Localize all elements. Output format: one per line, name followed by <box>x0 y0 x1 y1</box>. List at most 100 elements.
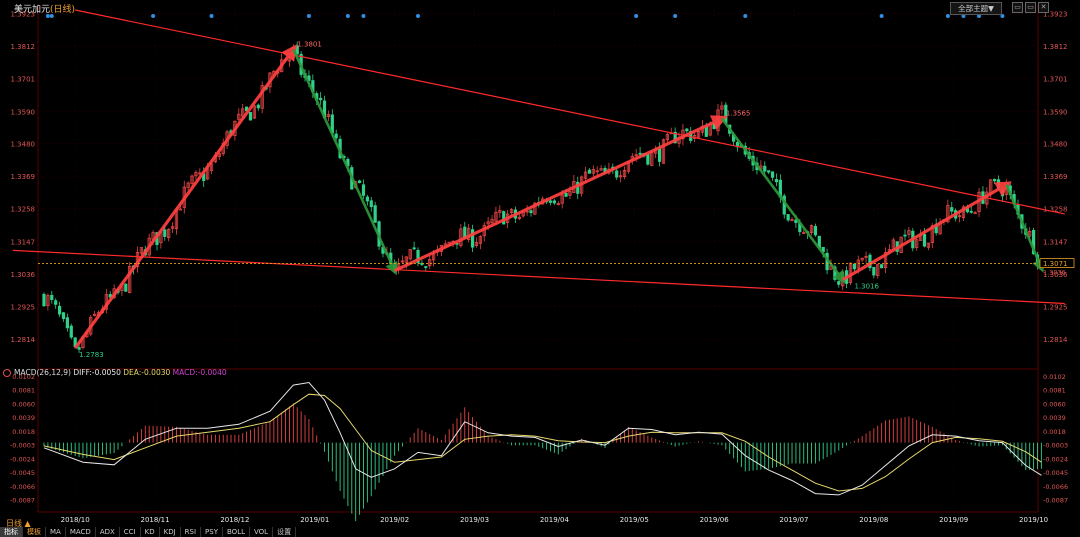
indicator-tab[interactable]: MA <box>46 527 66 537</box>
candle-body <box>1000 189 1005 197</box>
indicator-tab[interactable]: KDJ <box>160 527 181 537</box>
candle-body <box>564 192 568 197</box>
candle-body <box>424 266 428 268</box>
macd-diff-line <box>43 381 1042 496</box>
price-tick-left: 1.3480 <box>11 141 36 149</box>
candle-body <box>412 247 416 250</box>
time-tick-label: 2019/04 <box>540 516 570 524</box>
macd-tick-right: -0.0024 <box>1043 455 1068 463</box>
candle-body <box>770 171 775 178</box>
event-marker <box>879 14 884 18</box>
time-tick-label: 2019/09 <box>939 516 968 524</box>
macd-tick-right: -0.0087 <box>1043 497 1068 505</box>
indicator-tab[interactable]: RSI <box>181 527 202 537</box>
key-price-label: 1.3016 <box>854 283 879 291</box>
macd-tick-left: 0.0039 <box>12 414 35 422</box>
candle-body <box>42 293 46 307</box>
trend-arrow-up <box>393 115 728 273</box>
candle-body <box>552 200 556 204</box>
macd-tick-right: -0.0045 <box>1043 469 1068 477</box>
candle-body <box>373 205 377 223</box>
time-tick-label: 2018/10 <box>61 516 90 524</box>
indicator-tab[interactable]: KD <box>141 527 160 537</box>
price-tick-left: 1.3036 <box>11 271 36 279</box>
candle-body <box>548 200 553 203</box>
time-tick-label: 2019/03 <box>460 516 489 524</box>
current-price-text: 1.3071 <box>1043 260 1068 268</box>
candle-body <box>880 264 884 269</box>
candle-body <box>587 169 592 174</box>
indicator-settings-icon[interactable] <box>3 369 11 377</box>
key-price-label: 1.2783 <box>79 351 104 359</box>
indicator-tab[interactable]: MACD <box>66 527 96 537</box>
candle-body <box>248 112 253 121</box>
candle-body <box>646 154 650 165</box>
instrument-name: 美元加元 <box>14 5 51 15</box>
macd-tick-right: 0.0102 <box>1043 373 1066 381</box>
indicator-tab[interactable]: VOL <box>250 527 274 537</box>
candle-body <box>872 266 876 276</box>
macd-tick-right: -0.0066 <box>1043 483 1068 491</box>
maximize-icon[interactable]: ▭ <box>1025 2 1036 13</box>
indicator-tab[interactable]: BOLL <box>223 527 250 537</box>
candle-body <box>529 210 533 214</box>
price-tick-right: 1.3147 <box>1043 238 1068 246</box>
candle-body <box>334 133 338 139</box>
candle-body <box>61 312 66 319</box>
price-tick-right: 1.3701 <box>1043 76 1068 84</box>
indicator-tab[interactable]: 设置 <box>273 527 297 537</box>
candle-body <box>57 305 62 315</box>
time-tick-label: 2019/07 <box>779 516 808 524</box>
macd-tick-left: 0.0081 <box>12 387 35 395</box>
time-tick-label: 2018/11 <box>140 516 169 524</box>
indicator-tab[interactable]: 指标 <box>0 527 23 537</box>
candle-body <box>50 294 54 300</box>
macd-diff-value: DIFF:-0.0050 <box>73 368 121 377</box>
candle-body <box>903 234 907 237</box>
price-tick-left: 1.3258 <box>11 206 36 214</box>
indicator-tab[interactable]: 模板 <box>23 527 46 537</box>
macd-tick-right: 0.0018 <box>1043 428 1066 436</box>
candle-body <box>357 180 362 184</box>
indicator-tab[interactable]: PSY <box>201 527 223 537</box>
event-marker <box>743 14 748 18</box>
price-tick-left: 1.2925 <box>11 303 36 311</box>
restore-icon[interactable]: ▭ <box>1012 2 1023 13</box>
macd-hist-value: MACD:-0.0040 <box>172 368 227 377</box>
event-marker <box>306 14 311 18</box>
event-marker <box>209 14 214 18</box>
chart-canvas[interactable]: 1.3923 1.39231.3812 1.38121.3701 1.37011.35… <box>0 0 1080 537</box>
candle-body <box>774 179 779 183</box>
indicator-tab[interactable]: ADX <box>96 527 120 537</box>
price-tick-left: 1.3369 <box>11 173 36 181</box>
price-tick-right: 1.2814 <box>1043 336 1068 344</box>
time-tick-label: 2019/05 <box>620 516 649 524</box>
event-marker <box>151 14 156 18</box>
candle-body <box>786 214 790 221</box>
close-icon[interactable]: ✕ <box>1038 2 1049 13</box>
candle-body <box>922 233 927 247</box>
trend-arrow-down <box>292 48 398 276</box>
macd-tick-right: 0.0081 <box>1043 387 1066 395</box>
instrument-title: 美元加元(日线) <box>14 2 75 15</box>
theme-select-button[interactable]: 全部主题▼ <box>950 2 1002 15</box>
key-price-label: 1.3801 <box>297 40 322 48</box>
indicator-tabs: 指标 模板 MA MACD ADX CCI KD KDJ RSI PSY BOLL VOL 设置 <box>0 527 297 537</box>
indicator-tab[interactable]: CCI <box>120 527 141 537</box>
key-price-label: 1.3565 <box>726 110 751 118</box>
macd-tick-left: -0.0066 <box>10 483 35 491</box>
candle-body <box>361 184 366 196</box>
macd-tick-right: -0.0003 <box>1043 442 1068 450</box>
macd-tick-left: -0.0045 <box>10 469 35 477</box>
price-tick-right: 1.3812 <box>1043 43 1068 51</box>
channel-line-lower <box>12 249 1065 305</box>
price-tick-left: 1.2814 <box>11 336 36 344</box>
candle-body <box>993 178 997 182</box>
macd-tick-left: -0.0024 <box>10 455 35 463</box>
price-tick-right: 1.3369 <box>1043 173 1068 181</box>
candle-body <box>638 152 642 155</box>
time-tick-label: 2019/06 <box>700 516 730 524</box>
candle-body <box>837 281 841 285</box>
event-marker <box>361 14 366 18</box>
trend-arrow-down <box>720 117 846 284</box>
